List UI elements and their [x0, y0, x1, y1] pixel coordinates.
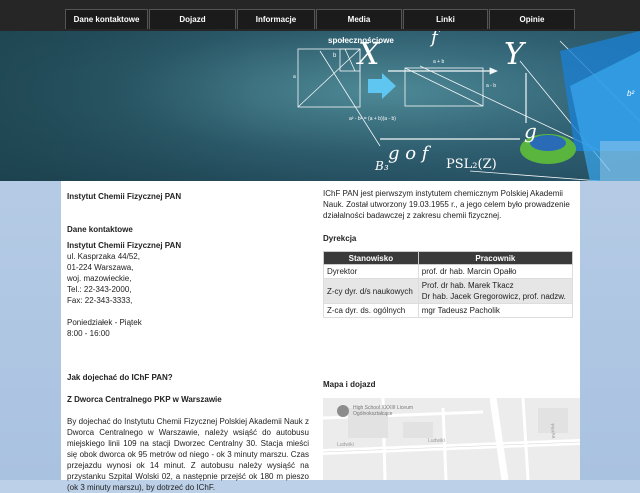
nav-linki[interactable]: Linki: [403, 9, 488, 29]
person-name: Prof. dr hab. Marek Tkacz: [421, 281, 514, 290]
hours-time: 8:00 - 16:00: [67, 329, 110, 338]
address-line: ul. Kasprzaka 44/52,: [67, 252, 140, 261]
letter-f: f: [431, 31, 438, 48]
table-row: Z-cy dyr. d/s naukowych Prof. dr hab. Ma…: [323, 278, 574, 304]
nav-dojazd[interactable]: Dojazd: [149, 9, 236, 29]
psl-label: PSL₂(Z): [446, 157, 497, 172]
street-label: Ludwiki: [337, 442, 354, 448]
person-cell: prof. dr hab. Marcin Opałło: [417, 264, 574, 279]
header-banner: społecznościowe X Y f g g o f PSL₂(Z) B₃…: [0, 31, 640, 181]
b2-label: b²: [627, 89, 635, 98]
position-cell: Dyrektor: [323, 264, 419, 279]
contact-title: Dane kontaktowe: [67, 225, 133, 234]
nav-media[interactable]: Media: [316, 9, 402, 29]
dyrekcja-table: Stanowisko Pracownik Dyrektor prof. dr h…: [323, 251, 574, 318]
position-cell: Z-cy dyr. d/s naukowych: [323, 278, 419, 304]
label-apb: a + b: [433, 59, 445, 65]
institute-heading: Instytut Chemii Fizycznej PAN: [67, 192, 182, 201]
table-header: Pracownik: [417, 251, 574, 265]
math-illustration: [297, 31, 640, 181]
b3-label: B₃: [375, 159, 389, 173]
letter-g: g: [524, 119, 537, 143]
fax-line: Fax: 22-343-3333,: [67, 296, 133, 305]
position-cell: Z-ca dyr. ds. ogólnych: [323, 303, 419, 318]
letter-x: X: [358, 37, 380, 72]
school-marker-icon[interactable]: [337, 405, 349, 417]
address-line: woj. mazowieckie,: [67, 274, 132, 283]
label-b: b: [333, 53, 337, 59]
directions-text: By dojechać do Instytutu Chemii Fizyczne…: [67, 417, 309, 492]
place-name[interactable]: High School XXXIII Liceum Ogólnokształcą…: [353, 405, 433, 417]
label-a: a: [293, 74, 296, 80]
table-row: Dyrektor prof. dr hab. Marcin Opałło: [323, 264, 574, 279]
label-amb: a - b: [486, 83, 497, 89]
directions-title: Jak dojechać do IChF PAN?: [67, 373, 173, 382]
org-name: Instytut Chemii Fizycznej PAN: [67, 241, 182, 250]
letter-y: Y: [504, 37, 524, 72]
person-cell: Prof. dr hab. Marek Tkacz Dr hab. Jacek …: [417, 278, 574, 304]
hours-days: Poniedziałek - Piątek: [67, 318, 142, 327]
street-label: Ludwiki: [428, 438, 445, 444]
person-cell: mgr Tadeusz Pacholik: [417, 303, 574, 318]
map-embed[interactable]: High School XXXIII Liceum Ogólnokształcą…: [323, 398, 580, 480]
dyrekcja-title: Dyrekcja: [323, 234, 357, 243]
station-title: Z Dworca Centralnego PKP w Warszawie: [67, 395, 222, 404]
map-title: Mapa i dojazd: [323, 380, 376, 389]
intro-text: IChF PAN jest pierwszym instytutem chemi…: [323, 189, 570, 220]
table-header: Stanowisko: [323, 251, 419, 265]
right-column: IChF PAN jest pierwszym instytutem chemi…: [323, 188, 574, 318]
main-content: Instytut Chemii Fizycznej PAN Dane konta…: [61, 181, 580, 492]
person-name: Dr hab. Jacek Gregorowicz, prof. nadzw.: [421, 292, 566, 301]
phone-line: Tel.: 22-343-2000,: [67, 285, 132, 294]
nav-informacje[interactable]: Informacje: [237, 9, 315, 29]
nav-opinie[interactable]: Opinie: [489, 9, 575, 29]
table-row: Z-ca dyr. ds. ogólnych mgr Tadeusz Pacho…: [323, 303, 574, 318]
top-navigation: Dane kontaktowe Dojazd Informacje Media …: [0, 0, 640, 31]
address-line: 01-224 Warszawa,: [67, 263, 134, 272]
left-column: Instytut Chemii Fizycznej PAN Dane konta…: [67, 191, 309, 493]
composition-gof: g o f: [388, 143, 429, 164]
nav-dane-kontaktowe[interactable]: Dane kontaktowe: [65, 9, 148, 29]
formula-label: a² - b² = (a + b)(a - b): [349, 116, 396, 122]
